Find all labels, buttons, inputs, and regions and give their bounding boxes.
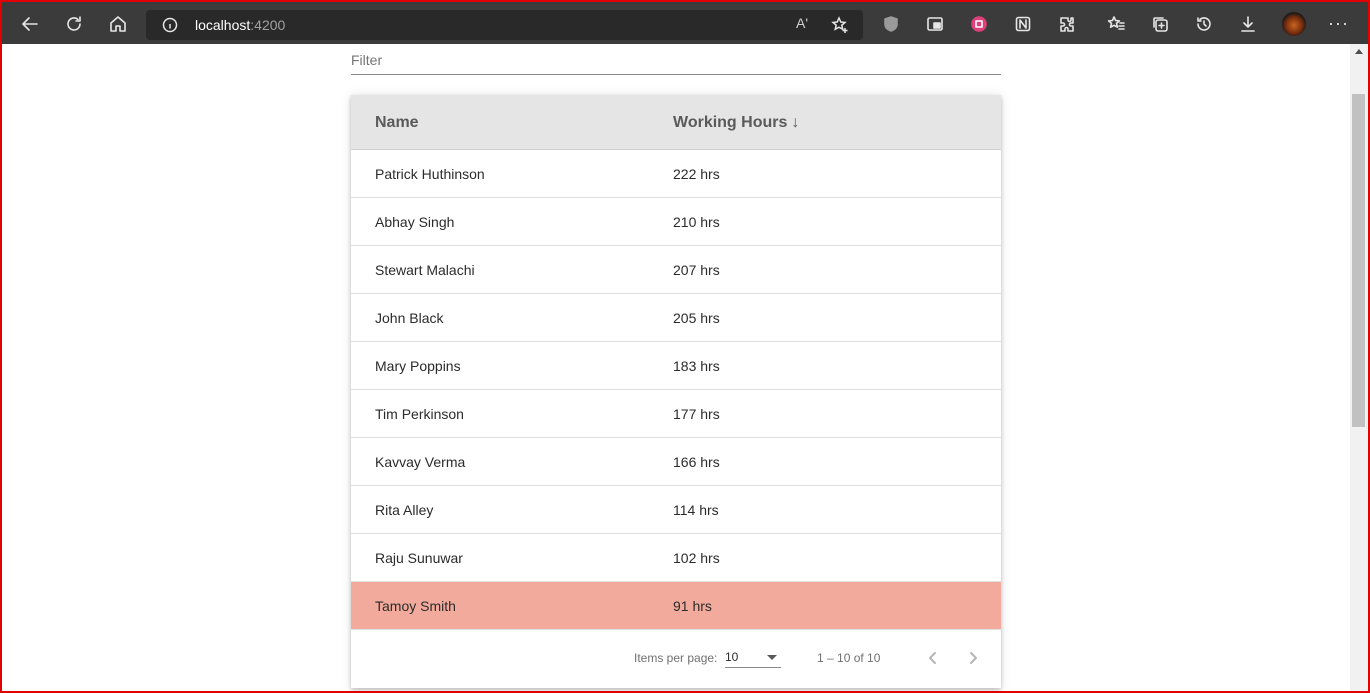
cell-name: Tim Perkinson <box>375 406 464 422</box>
cell-hours: 183 hrs <box>673 358 720 374</box>
paginator: Items per page: 10 1 – 10 of 10 <box>351 630 1001 686</box>
favorites-icon[interactable] <box>1102 10 1130 38</box>
page-size-select[interactable]: 10 <box>725 646 781 668</box>
previous-page-button[interactable] <box>921 646 945 670</box>
cell-hours: 210 hrs <box>673 214 720 230</box>
cell-hours: 114 hrs <box>673 502 719 518</box>
add-favorite-icon[interactable] <box>831 16 849 34</box>
cell-name: Raju Sunuwar <box>375 550 463 566</box>
url-host: localhost <box>195 17 251 33</box>
table-row-highlighted[interactable]: Tamoy Smith 91 hrs <box>351 582 1001 630</box>
filter-input[interactable] <box>351 48 1001 68</box>
next-page-button[interactable] <box>961 646 985 670</box>
filter-field[interactable] <box>351 48 1001 75</box>
cell-name: Rita Alley <box>375 502 434 518</box>
page-range-label: 1 – 10 of 10 <box>817 651 881 665</box>
cell-hours: 102 hrs <box>673 550 720 566</box>
ublock-icon[interactable] <box>877 10 905 38</box>
cell-name: Kavvay Verma <box>375 454 466 470</box>
collections-icon[interactable] <box>1146 10 1174 38</box>
table-row[interactable]: Raju Sunuwar 102 hrs <box>351 534 1001 582</box>
cell-hours: 207 hrs <box>673 262 720 278</box>
url-port: :4200 <box>250 17 286 33</box>
chevron-left-icon <box>929 652 936 664</box>
scrollbar-thumb[interactable] <box>1352 94 1365 427</box>
cell-hours: 205 hrs <box>673 310 720 326</box>
info-icon[interactable] <box>162 17 178 33</box>
column-header-name[interactable]: Name <box>375 114 419 132</box>
downloads-icon[interactable] <box>1234 10 1262 38</box>
table-row[interactable]: Mary Poppins 183 hrs <box>351 342 1001 390</box>
table-row[interactable]: Tim Perkinson 177 hrs <box>351 390 1001 438</box>
table-row[interactable]: Kavvay Verma 166 hrs <box>351 438 1001 486</box>
items-per-page-label: Items per page: <box>634 651 718 665</box>
history-icon[interactable] <box>1190 10 1218 38</box>
cell-hours: 177 hrs <box>673 406 720 422</box>
extensions-icon[interactable] <box>1053 10 1081 38</box>
read-aloud-icon[interactable]: Aʹ <box>796 15 808 31</box>
cell-name: John Black <box>375 310 444 326</box>
table-row[interactable]: Patrick Huthinson 222 hrs <box>351 150 1001 198</box>
chevron-down-icon <box>767 655 777 660</box>
profile-avatar[interactable] <box>1282 12 1306 36</box>
cell-name: Mary Poppins <box>375 358 461 374</box>
home-icon[interactable] <box>104 10 132 38</box>
column-header-working-hours-label: Working Hours <box>673 114 788 131</box>
table-header-row: Name Working Hours ↓ <box>351 95 1001 150</box>
vertical-scrollbar[interactable] <box>1350 44 1368 691</box>
cell-hours: 222 hrs <box>673 166 720 182</box>
table-row[interactable]: Rita Alley 114 hrs <box>351 486 1001 534</box>
table-row[interactable]: Stewart Malachi 207 hrs <box>351 246 1001 294</box>
data-table: Name Working Hours ↓ Patrick Huthinson 22… <box>351 95 1001 688</box>
column-header-working-hours[interactable]: Working Hours ↓ <box>673 114 799 132</box>
url-text[interactable]: localhost:4200 <box>195 17 285 33</box>
more-icon[interactable]: ··· <box>1328 13 1349 34</box>
media-icon[interactable] <box>921 10 949 38</box>
chevron-right-icon <box>970 652 977 664</box>
page-content: Name Working Hours↓ Patrick Huthinson 22… <box>2 44 1350 691</box>
page-size-value: 10 <box>725 650 739 664</box>
sort-arrow-down-icon: ↓ <box>791 114 800 131</box>
notion-icon[interactable] <box>1009 10 1037 38</box>
back-icon[interactable] <box>16 10 44 38</box>
cell-hours: 166 hrs <box>673 454 720 470</box>
refresh-icon[interactable] <box>60 10 88 38</box>
address-bar[interactable]: localhost:4200 Aʹ <box>146 10 863 40</box>
cell-name: Abhay Singh <box>375 214 455 230</box>
extension-pink-icon[interactable] <box>965 10 993 38</box>
cell-name: Stewart Malachi <box>375 262 475 278</box>
cell-name: Patrick Huthinson <box>375 166 485 182</box>
browser-toolbar: localhost:4200 Aʹ ··· <box>0 0 1370 44</box>
table-row[interactable]: Abhay Singh 210 hrs <box>351 198 1001 246</box>
table-row[interactable]: John Black 205 hrs <box>351 294 1001 342</box>
cell-hours: 91 hrs <box>673 598 712 614</box>
cell-name: Tamoy Smith <box>375 598 456 614</box>
scroll-up-icon[interactable] <box>1355 49 1363 54</box>
